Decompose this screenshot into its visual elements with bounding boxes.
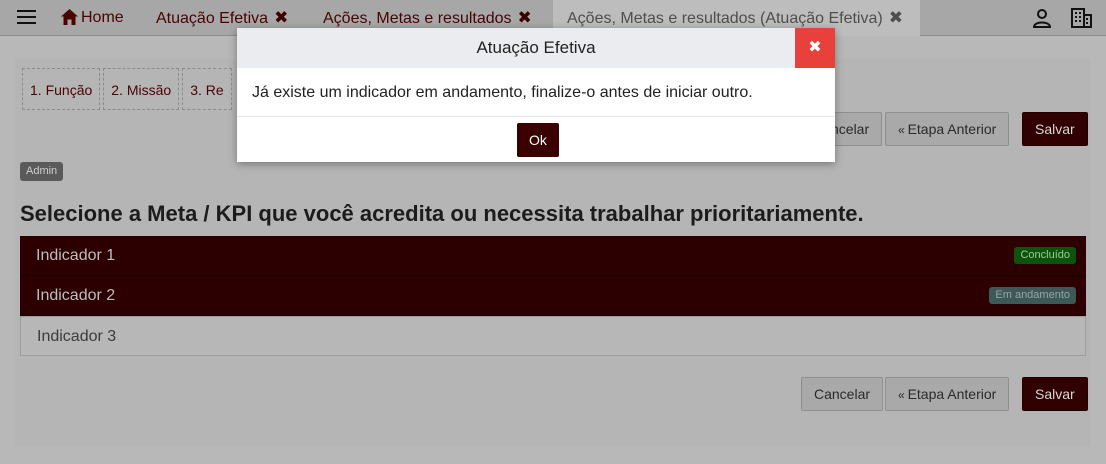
- menu-icon[interactable]: [17, 10, 36, 24]
- save-button[interactable]: Salvar: [1022, 377, 1088, 411]
- save-label: Salvar: [1035, 121, 1075, 137]
- save-label: Salvar: [1035, 386, 1075, 402]
- tab-label: Atuação Efetiva: [156, 10, 269, 27]
- step-3[interactable]: 3. Re: [182, 68, 232, 110]
- previous-step-label: Etapa Anterior: [907, 121, 997, 137]
- double-chevron-left-icon: «: [898, 123, 904, 137]
- tab-label: Ações, Metas e resultados: [323, 10, 512, 27]
- tab-home-label: Home: [81, 9, 124, 26]
- dialog-message: Já existe um indicador em andamento, fin…: [237, 68, 835, 117]
- previous-step-button[interactable]: « Etapa Anterior: [885, 377, 1010, 411]
- indicator-label: Indicador 1: [36, 247, 116, 264]
- home-icon: [61, 9, 78, 25]
- list-item-indicador-1[interactable]: Indicador 1 Concluído: [20, 236, 1086, 276]
- stepper: 1. Função 2. Missão 3. Re: [22, 68, 235, 110]
- indicator-list: Indicador 1 Concluído Indicador 2 Em and…: [20, 236, 1086, 356]
- double-chevron-left-icon: «: [898, 388, 904, 402]
- tab-home[interactable]: Home: [61, 0, 124, 36]
- close-icon[interactable]: ✖: [795, 28, 835, 68]
- dialog-title: Atuação Efetiva: [476, 38, 596, 57]
- admin-badge: Admin: [20, 162, 64, 181]
- ok-button[interactable]: Ok: [517, 123, 559, 157]
- cancel-label: Cancelar: [814, 386, 871, 402]
- close-icon[interactable]: ✖: [889, 8, 903, 27]
- cancel-button[interactable]: Cancelar: [801, 377, 884, 411]
- building-icon[interactable]: [1071, 8, 1092, 28]
- step-funcao[interactable]: 1. Função: [22, 68, 101, 110]
- close-icon[interactable]: ✖: [518, 8, 532, 27]
- status-badge: Em andamento: [989, 287, 1076, 304]
- alert-dialog: Atuação Efetiva ✖ Já existe um indicador…: [237, 28, 835, 162]
- previous-step-label: Etapa Anterior: [907, 386, 997, 402]
- close-icon[interactable]: ✖: [274, 8, 288, 27]
- list-item-indicador-2[interactable]: Indicador 2 Em andamento: [20, 276, 1086, 316]
- cancel-label: ncelar: [831, 121, 870, 137]
- user-icon[interactable]: [1032, 8, 1052, 28]
- previous-step-button-top[interactable]: « Etapa Anterior: [885, 112, 1010, 146]
- indicator-label: Indicador 3: [37, 328, 117, 345]
- dialog-header: Atuação Efetiva ✖: [237, 28, 835, 68]
- list-item-indicador-3[interactable]: Indicador 3: [20, 316, 1086, 356]
- tab-label: Ações, Metas e resultados (Atuação Efeti…: [567, 10, 883, 27]
- step-missao[interactable]: 2. Missão: [103, 68, 180, 110]
- status-badge: Concluído: [1014, 247, 1076, 264]
- save-button-top[interactable]: Salvar: [1022, 112, 1088, 146]
- page-title: Selecione a Meta / KPI que você acredita…: [20, 201, 864, 226]
- indicator-label: Indicador 2: [36, 287, 116, 304]
